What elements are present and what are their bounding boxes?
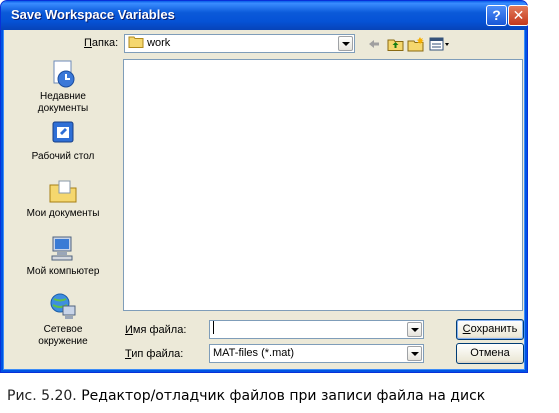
figure-caption: Рис. 5.20. Редактор/отладчик файлов при … — [7, 388, 486, 404]
place-network[interactable]: Сетевое окружение — [9, 292, 117, 348]
new-folder-icon[interactable] — [407, 36, 425, 52]
place-my-computer[interactable]: Мой компьютер — [9, 234, 117, 278]
location-label: Папка: — [84, 37, 119, 49]
help-button[interactable]: ? — [486, 5, 507, 26]
places-bar: Недавние документы Рабочий стол Мои доку… — [9, 59, 117, 359]
window-title: Save Workspace Variables — [11, 7, 175, 22]
title-bar[interactable]: Save Workspace Variables ? ✕ — [1, 1, 529, 30]
save-button[interactable]: Сохранить — [456, 319, 524, 340]
filetype-select[interactable]: MAT-files (*.mat) — [209, 344, 424, 363]
chevron-down-icon[interactable] — [407, 322, 422, 337]
save-dialog: Save Workspace Variables ? ✕ Папка: work — [0, 0, 529, 373]
file-list[interactable] — [123, 59, 523, 311]
location-value: work — [147, 37, 171, 49]
place-my-documents[interactable]: Мои документы — [9, 176, 117, 220]
text-cursor — [213, 321, 214, 334]
my-documents-icon — [49, 180, 77, 203]
view-menu-icon[interactable] — [429, 36, 451, 52]
network-icon — [50, 293, 76, 319]
filename-input[interactable] — [209, 320, 424, 339]
cancel-button[interactable]: Отмена — [456, 343, 524, 364]
chevron-down-icon[interactable] — [407, 346, 422, 361]
recent-documents-icon — [53, 60, 75, 88]
place-recent[interactable]: Недавние документы — [9, 59, 117, 115]
filetype-label: Тип файла: — [125, 348, 184, 360]
close-button[interactable]: ✕ — [508, 5, 529, 26]
folder-icon — [128, 36, 144, 48]
my-computer-icon — [51, 236, 73, 261]
location-combo[interactable]: work — [124, 34, 355, 53]
filename-label: Имя файла: — [125, 324, 187, 336]
chevron-down-icon[interactable] — [338, 36, 353, 51]
desktop-icon — [52, 121, 74, 143]
up-folder-icon[interactable] — [387, 36, 404, 52]
back-arrow-icon[interactable] — [367, 36, 381, 52]
place-desktop[interactable]: Рабочий стол — [9, 119, 117, 163]
